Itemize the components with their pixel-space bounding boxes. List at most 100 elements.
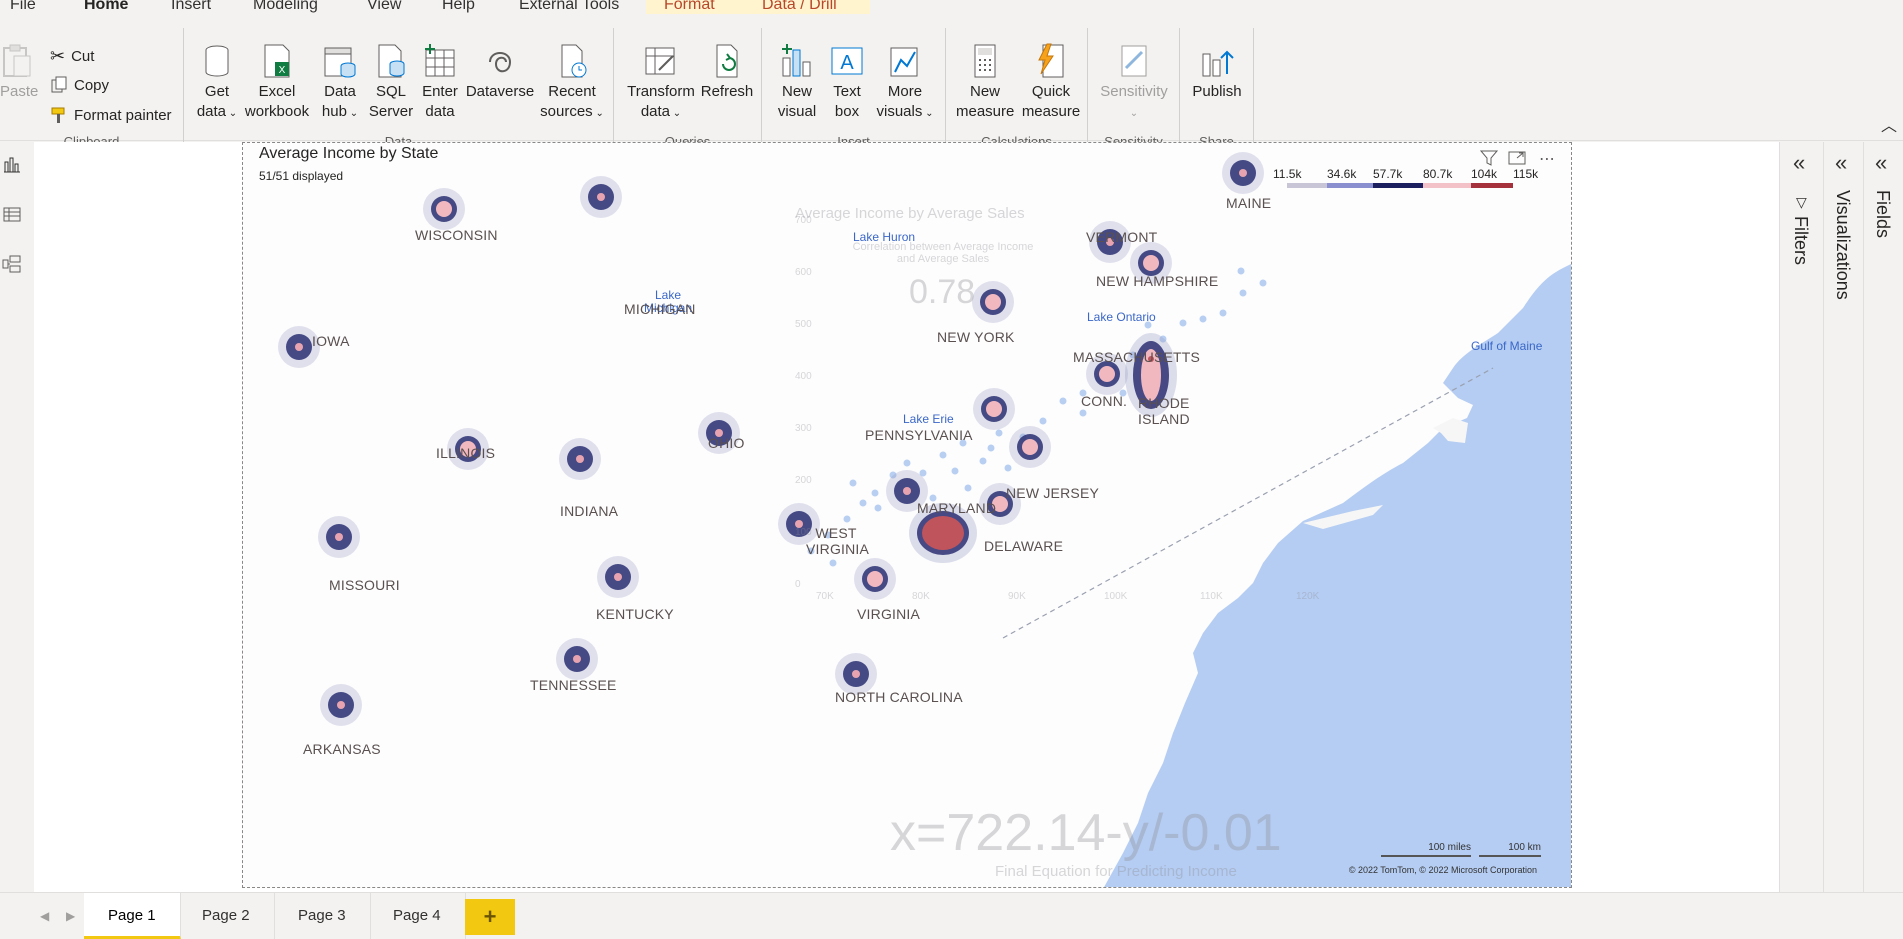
bubble-core [335, 533, 343, 541]
collapse-filters-icon[interactable]: « [1793, 152, 1805, 174]
ghost-equation-caption: Final Equation for Predicting Income [995, 863, 1237, 880]
menu-format[interactable]: Format [664, 0, 715, 14]
svg-text:A: A [840, 52, 854, 74]
excel-icon: X [264, 44, 290, 78]
cut-button[interactable]: ✂ Cut [50, 46, 94, 67]
calculations-group: New measure Quick measure Calculations [946, 28, 1088, 153]
publish-button[interactable]: Publish [1186, 42, 1248, 102]
page-tab-3[interactable]: Page 3 [274, 893, 371, 939]
bubble-core [903, 487, 911, 495]
scale-bar-miles [1381, 855, 1471, 857]
menu-data-drill[interactable]: Data / Drill [762, 0, 837, 14]
enter-data-button[interactable]: Enter data [418, 42, 462, 122]
refresh-button[interactable]: Refresh [698, 42, 756, 102]
database-icon [205, 45, 229, 77]
scale-km: 100 km [1508, 842, 1541, 853]
ghost-y-tick: 300 [795, 423, 812, 434]
menu-external-tools[interactable]: External Tools [519, 0, 619, 14]
page-tab-1[interactable]: Page 1 [84, 893, 181, 939]
sql-server-button[interactable]: SQL Server [366, 42, 416, 122]
add-page-button[interactable]: + [465, 899, 515, 935]
more-options-icon[interactable]: ⋯ [1537, 149, 1557, 168]
sensitivity-button[interactable]: Sensitivity ⌄ [1096, 42, 1172, 124]
copy-label: Copy [74, 76, 110, 94]
menu-file[interactable]: File [10, 0, 36, 14]
state-label: MASSACHUSETTS [1073, 349, 1201, 365]
publish-icon [1202, 50, 1234, 77]
page-tab-2[interactable]: Page 2 [178, 893, 275, 939]
filter-icon[interactable] [1479, 149, 1499, 167]
get-data-button[interactable]: Get data ⌄ [190, 42, 244, 124]
data-hub-button[interactable]: Data hub ⌄ [314, 42, 366, 124]
new-measure-button[interactable]: New measure [956, 42, 1014, 122]
format-painter-button[interactable]: Format painter [50, 106, 172, 124]
quick-measure-button[interactable]: Quick measure [1020, 42, 1082, 122]
menu-home[interactable]: Home [84, 0, 129, 19]
ghost-chart-title: Average Income by Average Sales [795, 205, 1025, 222]
map-visual[interactable]: Average Income by Average Sales Correlat… [242, 142, 1572, 888]
scatter-point [995, 429, 1003, 437]
scatter-dots [807, 267, 1267, 567]
new-visual-button[interactable]: New visual [772, 42, 822, 122]
state-label: NEW JERSEY [1006, 485, 1100, 501]
state-label: CONN. [1081, 393, 1128, 409]
get-data-label-1: Get [204, 83, 230, 100]
color-legend: 11.5k 34.6k 57.7k 80.7k 104k 115k [1273, 167, 1553, 188]
copy-button[interactable]: Copy [50, 76, 109, 94]
insert-group: New visual A Text box More visuals ⌄ Ins… [762, 28, 946, 153]
text-box-button[interactable]: A Text box [824, 42, 870, 122]
data-hub-label-1: Data [324, 83, 356, 100]
scatter-point [829, 559, 837, 567]
legend-segment [1423, 183, 1471, 188]
cut-label: Cut [71, 48, 95, 65]
state-bubble [318, 516, 360, 558]
state-label: PENNSYLVANIA [865, 427, 973, 443]
bubble-core [576, 455, 584, 463]
recent-sources-button[interactable]: Recent sources ⌄ [536, 42, 608, 124]
next-page-icon[interactable]: ▶ [66, 909, 75, 923]
bubble-core [1099, 366, 1115, 382]
sql-icon [378, 44, 405, 78]
label-gulf-of-maine: Gulf of Maine [1471, 339, 1543, 353]
scatter-point [1039, 417, 1047, 425]
collapse-visualizations-icon[interactable]: « [1835, 152, 1847, 174]
visualizations-pane[interactable]: « Visualizations [1823, 142, 1863, 892]
scatter-point [1004, 464, 1012, 472]
menu-view[interactable]: View [367, 0, 401, 14]
enter-data-label-2: data [425, 103, 455, 120]
state-bubble [559, 438, 601, 480]
excel-workbook-button[interactable]: X Excel workbook [244, 42, 310, 122]
new-measure-label-2: measure [956, 103, 1015, 120]
bubble-core [1239, 169, 1247, 177]
ribbon: Paste ✂ Cut Copy Format painter Clipboar… [0, 14, 1903, 153]
menu-insert[interactable]: Insert [171, 0, 211, 14]
ghost-x-tick: 110K [1200, 591, 1223, 602]
collapse-fields-icon[interactable]: « [1875, 152, 1887, 174]
new-visual-label-2: visual [777, 103, 817, 120]
dataverse-button[interactable]: Dataverse [464, 42, 536, 102]
ghost-x-tick: 120K [1296, 591, 1320, 602]
legend-label: 11.5k [1273, 167, 1302, 181]
fields-pane[interactable]: « Fields [1863, 142, 1903, 892]
collapse-ribbon-icon[interactable]: ︿ [1881, 112, 1897, 136]
visualizations-pane-title: Visualizations [1833, 190, 1853, 300]
data-view-icon[interactable] [2, 204, 22, 224]
new-measure-label-1: New [969, 83, 1000, 100]
filters-pane[interactable]: « ▽ Filters [1779, 142, 1823, 892]
menu-help[interactable]: Help [442, 0, 475, 14]
menu-modeling[interactable]: Modeling [253, 0, 318, 14]
prev-page-icon[interactable]: ◀ [40, 909, 49, 923]
more-visuals-button[interactable]: More visuals ⌄ [872, 42, 938, 124]
report-view-icon[interactable] [2, 154, 22, 174]
ghost-y-tick: 500 [795, 319, 812, 330]
focus-mode-icon[interactable] [1507, 149, 1527, 167]
state-label: IOWA [312, 333, 350, 349]
quick-measure-label-2: measure [1021, 103, 1081, 120]
transform-data-button[interactable]: Transform data ⌄ [626, 42, 696, 124]
model-view-icon[interactable] [2, 254, 22, 274]
paste-button[interactable]: Paste [0, 42, 39, 102]
state-label: MAINE [1226, 195, 1272, 211]
page-tab-4[interactable]: Page 4 [369, 893, 466, 939]
share-group: Publish Share [1180, 28, 1254, 153]
paste-label: Paste [0, 83, 39, 100]
